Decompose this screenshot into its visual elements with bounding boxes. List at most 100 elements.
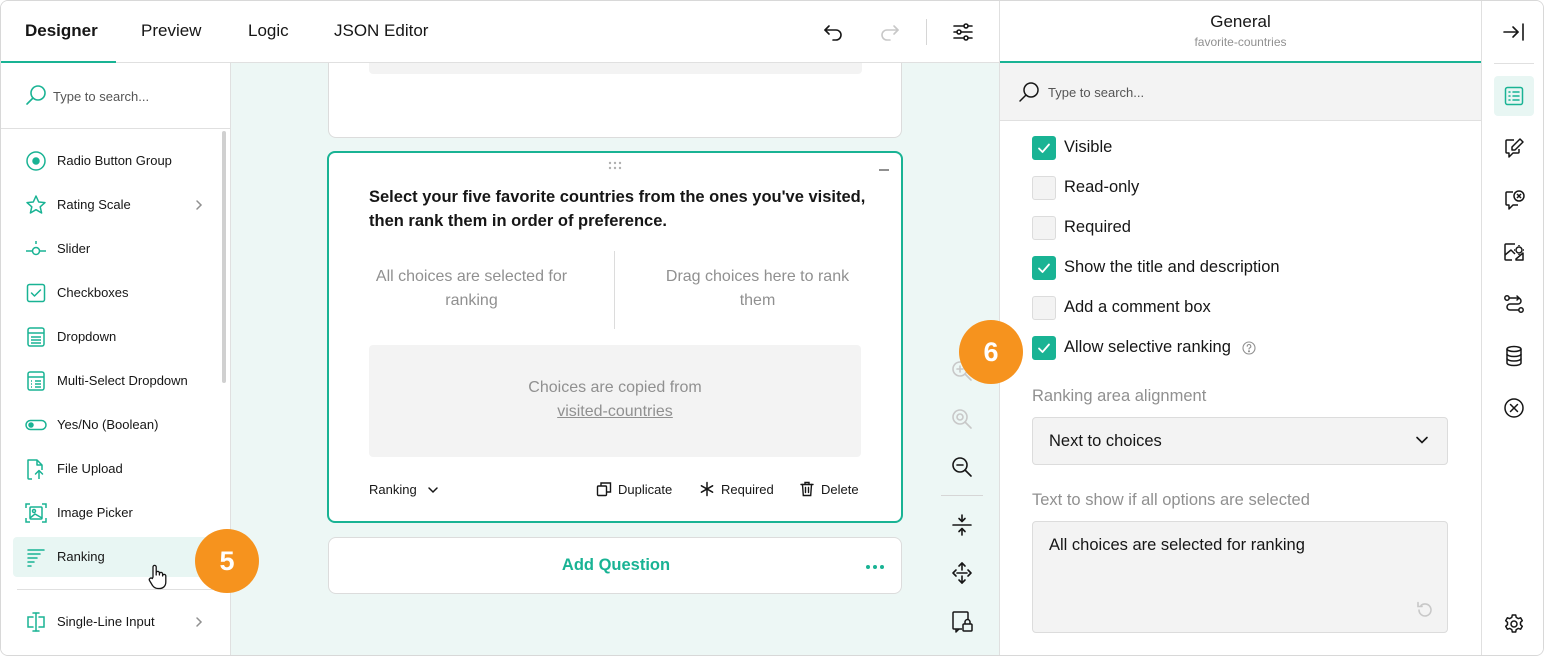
drag-handle-icon[interactable] [608, 161, 622, 171]
checkbox-unchecked[interactable] [1032, 296, 1056, 320]
logic-icon[interactable] [1502, 292, 1526, 316]
general-properties-icon[interactable] [1502, 84, 1526, 108]
toolbox-item-label: Radio Button Group [57, 153, 172, 168]
file-upload-icon [25, 458, 47, 480]
top-toolbar: Designer Preview Logic JSON Editor [1, 1, 999, 64]
toolbox-item-checkboxes[interactable]: Checkboxes [13, 273, 219, 313]
collapse-icon[interactable] [879, 169, 889, 171]
ranking-area: All choices are selected for ranking Dra… [369, 251, 863, 331]
property-grid-subtitle: favorite-countries [1194, 35, 1287, 49]
edit-icon[interactable] [1502, 136, 1526, 160]
settings-sliders-icon[interactable] [951, 20, 975, 44]
delete-label: Delete [821, 482, 859, 497]
duplicate-label: Duplicate [618, 482, 673, 497]
image-settings-icon[interactable] [1502, 240, 1526, 264]
toolbox-item-label: Rating Scale [57, 197, 131, 212]
toolbox-item-multi-select-dropdown[interactable]: Multi-Select Dropdown [13, 361, 219, 401]
toolbox-item-label: Checkboxes [57, 285, 129, 300]
redo-icon[interactable] [878, 20, 902, 44]
data-icon[interactable] [1502, 344, 1526, 368]
trash-icon [799, 481, 815, 497]
step-callout-5: 5 [195, 529, 259, 593]
toolbox-item-label: Multi-Select Dropdown [57, 373, 188, 388]
duplicate-icon [596, 481, 612, 497]
toolbox-item-yes-no-boolean[interactable]: Yes/No (Boolean) [13, 405, 219, 445]
help-icon[interactable] [1242, 341, 1256, 355]
toolbox-item-image-picker[interactable]: Image Picker [13, 493, 219, 533]
checkbox-checked[interactable] [1032, 256, 1056, 280]
chevron-right-icon[interactable] [193, 198, 205, 212]
toolbox-divider [17, 589, 213, 590]
survey-creator-window: Designer Preview Logic JSON Editor Radio… [0, 0, 1544, 656]
toolbox-item-single-line-input[interactable]: Single-Line Input [13, 602, 219, 642]
collapse-panel-icon[interactable] [1502, 20, 1526, 44]
question-card-ranking[interactable]: Select your five favorite countries from… [327, 151, 903, 523]
add-question-button[interactable]: Add Question [328, 537, 902, 594]
property-search-input[interactable] [1048, 81, 1448, 103]
previous-question-card[interactable] [328, 63, 902, 138]
toolbar-separator [926, 19, 927, 45]
checkbox-label: Show the title and description [1064, 258, 1280, 276]
tab-preview[interactable]: Preview [141, 21, 201, 41]
ranking-area-alignment-select[interactable]: Next to choices [1032, 417, 1448, 465]
checkbox-label: Add a comment box [1064, 298, 1211, 316]
toolbox-item-slider[interactable]: Slider [13, 229, 219, 269]
radio-icon [25, 150, 47, 172]
toolbox-item-label: Image Picker [57, 505, 133, 520]
toolbox-item-radio-button-group[interactable]: Radio Button Group [13, 141, 219, 181]
select-value: Next to choices [1049, 432, 1162, 450]
question-type-selector[interactable]: Ranking [369, 482, 417, 497]
reset-icon[interactable] [1415, 600, 1435, 620]
previous-question-content [369, 63, 862, 74]
choices-copied-notice: Choices are copied from visited-countrie… [369, 345, 861, 457]
toolbox-item-label: File Upload [57, 461, 123, 476]
toolbox-search-input[interactable] [53, 85, 213, 107]
search-icon [1018, 81, 1040, 103]
checkbox-checked[interactable] [1032, 336, 1056, 360]
toolbox-item-label: Single-Line Input [57, 614, 155, 629]
more-options-icon[interactable] [865, 564, 885, 570]
side-tools-separator [941, 495, 983, 496]
zoom-reset-icon[interactable] [950, 407, 974, 431]
toolbox-item-dropdown[interactable]: Dropdown [13, 317, 219, 357]
collapse-all-icon[interactable] [950, 513, 974, 537]
toolbox-item-ranking[interactable]: Ranking [13, 537, 219, 577]
lock-icon[interactable] [950, 609, 974, 633]
all-selected-text-field[interactable]: All choices are selected for ranking [1032, 521, 1448, 633]
chevron-right-icon[interactable] [193, 615, 205, 629]
checkbox-checked[interactable] [1032, 136, 1056, 160]
tab-designer[interactable]: Designer [25, 21, 98, 41]
toolbox-item-rating-scale[interactable]: Rating Scale [13, 185, 219, 225]
choices-copied-text: Choices are copied from [528, 379, 702, 396]
toolbox-item-file-upload[interactable]: File Upload [13, 449, 219, 489]
toolbox-item-label: Yes/No (Boolean) [57, 417, 159, 432]
design-canvas: Select your five favorite countries from… [231, 63, 999, 655]
toolbox-item-label: Slider [57, 241, 91, 256]
checkbox-label: Required [1064, 218, 1131, 236]
ranked-placeholder: Drag choices here to rank them [665, 268, 850, 309]
question-title[interactable]: Select your five favorite countries from… [369, 185, 869, 233]
gear-icon[interactable] [1502, 612, 1526, 636]
toolbox-item-label: Ranking [57, 549, 105, 564]
side-icon-bar [1481, 1, 1543, 655]
chevron-down-icon[interactable] [427, 485, 439, 495]
zoom-out-icon[interactable] [950, 455, 974, 479]
choices-source-link[interactable]: visited-countries [369, 403, 861, 421]
checkbox-unchecked[interactable] [1032, 176, 1056, 200]
ranking-icon [25, 546, 47, 568]
expand-all-icon[interactable] [950, 561, 974, 585]
tab-logic[interactable]: Logic [248, 21, 289, 41]
checkbox-unchecked[interactable] [1032, 216, 1056, 240]
checkbox-icon [25, 282, 47, 304]
clear-icon[interactable] [1502, 396, 1526, 420]
slider-icon [25, 238, 47, 260]
checkbox-label: Read-only [1064, 178, 1140, 196]
star-icon [25, 194, 47, 216]
canvas-side-tools [941, 353, 987, 643]
property-search [1000, 63, 1481, 121]
toolbox-scrollbar[interactable] [222, 131, 226, 383]
undo-icon[interactable] [821, 20, 845, 44]
tab-json-editor[interactable]: JSON Editor [334, 21, 428, 41]
validation-icon[interactable] [1502, 188, 1526, 212]
asterisk-icon [699, 481, 715, 497]
